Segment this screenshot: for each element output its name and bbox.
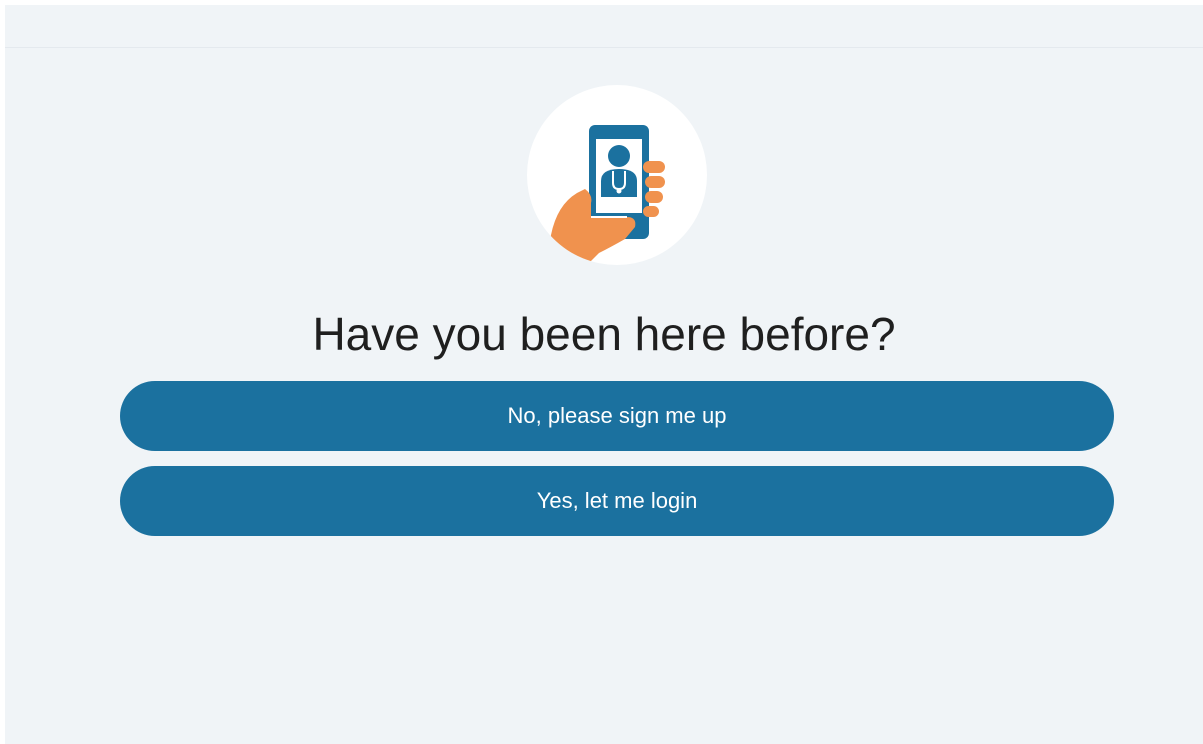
top-bar (5, 5, 1203, 48)
page-title: Have you been here before? (312, 308, 896, 360)
sign-up-button[interactable]: No, please sign me up (120, 381, 1114, 451)
page: Have you been here before? No, please si… (5, 5, 1203, 744)
login-button[interactable]: Yes, let me login (120, 466, 1114, 536)
hand-holding-phone-doctor-icon (547, 125, 665, 265)
hero-illustration (527, 85, 707, 265)
